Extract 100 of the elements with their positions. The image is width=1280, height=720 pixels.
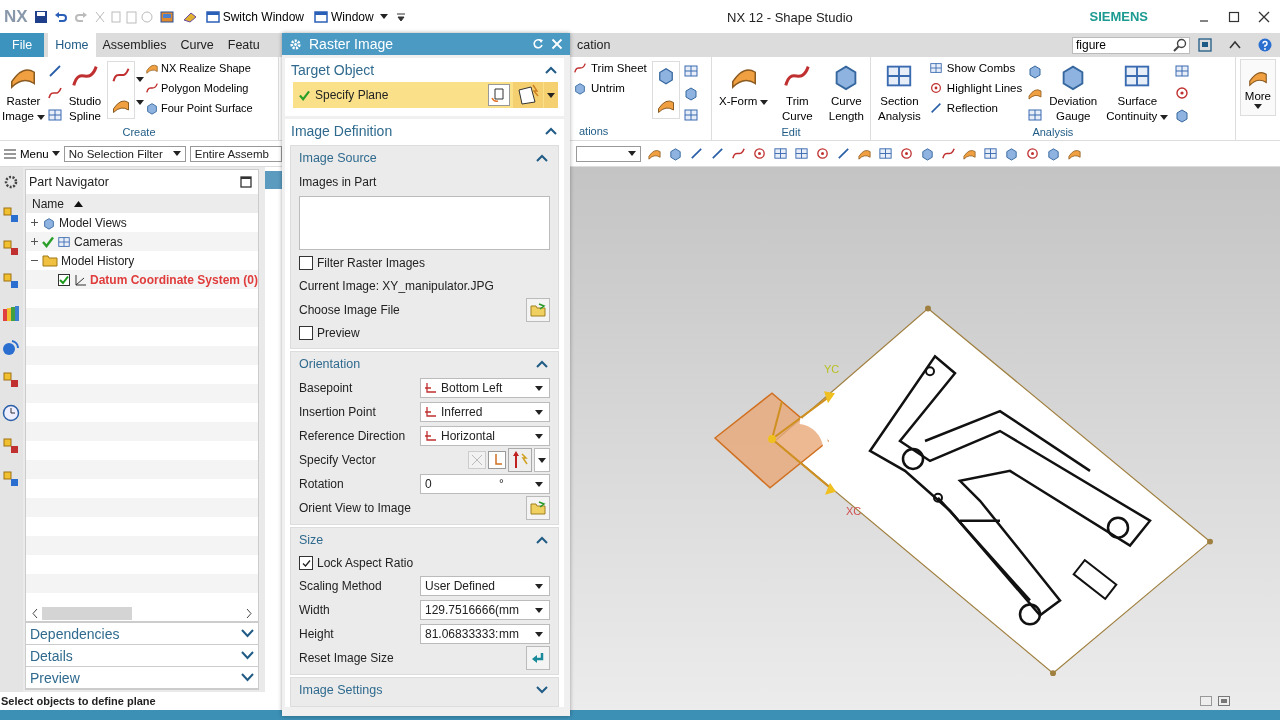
column-header[interactable]: Name (25, 194, 258, 213)
ribbon-tab[interactable]: Curve (173, 33, 221, 57)
scroll-right-icon[interactable] (246, 609, 252, 618)
ribbon-button[interactable]: Surface Continuity (1103, 59, 1172, 126)
point-icon[interactable] (928, 81, 943, 95)
icon-button[interactable] (526, 646, 550, 670)
scroll-left-icon[interactable] (31, 609, 38, 618)
plane-dialog-icon[interactable] (488, 84, 510, 106)
plane-options-button[interactable] (543, 82, 558, 108)
cube-icon[interactable] (144, 101, 159, 115)
grid-icon[interactable] (773, 146, 788, 161)
icon-button[interactable] (526, 496, 550, 520)
checkbox-label[interactable]: Lock Aspect Ratio (317, 556, 414, 570)
tree-item[interactable]: Cameras (73, 234, 123, 249)
number-field[interactable]: 81.06833333:mm (420, 624, 550, 644)
grid-icon[interactable] (56, 234, 71, 249)
cube-icon[interactable] (573, 81, 587, 95)
ribbon-command[interactable]: Untrim (571, 79, 649, 97)
cube-icon[interactable] (1027, 63, 1044, 79)
line-icon[interactable] (928, 101, 943, 115)
group-title[interactable]: Image Source (299, 151, 377, 165)
ribbon-button[interactable]: X-Form (716, 59, 772, 111)
curve-icon[interactable] (46, 85, 63, 101)
tree-item[interactable]: Model Views (58, 215, 127, 230)
ribbon-button[interactable]: Trim Curve (774, 59, 821, 126)
section-title[interactable]: Image Definition (291, 123, 393, 139)
settings-icon[interactable] (289, 37, 302, 51)
window-icon[interactable] (1198, 38, 1212, 52)
scope-dropdown[interactable]: Entire Assemb (189, 145, 282, 162)
ribbon-tab[interactable]: Assemblies (95, 33, 174, 57)
cube-icon[interactable] (1174, 107, 1191, 123)
ribbon-button[interactable]: Studio Spline (63, 59, 106, 126)
expand-icon[interactable] (29, 218, 39, 227)
triad-drawing[interactable] (768, 391, 836, 495)
dropdown[interactable]: User Defined (420, 576, 550, 596)
curve-icon[interactable] (144, 81, 159, 95)
maximize-icon[interactable] (1228, 10, 1240, 23)
line-icon[interactable] (689, 146, 704, 161)
expand-icon[interactable] (29, 237, 39, 246)
dropdown[interactable]: Bottom Left (420, 378, 550, 398)
clock-icon[interactable] (2, 404, 21, 422)
ribbon-tab[interactable]: Home (48, 33, 96, 57)
plane-drawing[interactable] (713, 392, 830, 489)
collapse-icon[interactable] (545, 66, 557, 74)
ribbon-button[interactable]: Deviation Gauge (1046, 59, 1101, 126)
info-icon[interactable] (2, 338, 21, 356)
search-icon[interactable] (1173, 38, 1187, 52)
cube-icon[interactable] (41, 215, 56, 230)
group-title[interactable]: Orientation (299, 357, 361, 371)
dropdown[interactable]: Inferred (420, 402, 550, 422)
point-icon[interactable] (1025, 146, 1040, 161)
point-icon[interactable] (752, 146, 767, 161)
point-icon[interactable] (815, 146, 830, 161)
checkbox[interactable] (299, 326, 313, 340)
line-icon[interactable] (836, 146, 851, 161)
palette-icon[interactable] (2, 437, 21, 455)
constraint-icon[interactable] (2, 239, 21, 257)
point-icon[interactable] (1174, 85, 1191, 101)
save-icon[interactable] (33, 9, 48, 24)
cube-icon[interactable] (668, 146, 683, 161)
grid-icon[interactable] (878, 146, 893, 161)
curve-icon[interactable] (731, 146, 746, 161)
display-icon[interactable] (159, 9, 176, 24)
ribbon-command[interactable]: Reflection (926, 99, 1025, 117)
search-field[interactable]: figure (1072, 36, 1190, 54)
collapse-icon[interactable] (534, 534, 550, 546)
checkbox[interactable] (299, 256, 313, 270)
grid-icon[interactable] (1174, 63, 1191, 79)
number-field[interactable]: 129.7516666(mm (420, 600, 550, 620)
checkbox-label[interactable]: Filter Raster Images (317, 256, 426, 270)
cube-icon[interactable] (920, 146, 935, 161)
collapse-icon[interactable] (534, 152, 550, 164)
ribbon-command[interactable]: Polygon Modeling (144, 79, 253, 97)
grid-icon[interactable] (1027, 107, 1044, 123)
plane-icon[interactable] (513, 82, 543, 108)
curve-icon[interactable] (941, 146, 956, 161)
checkbox[interactable] (299, 556, 313, 570)
vector-icon[interactable] (508, 448, 532, 472)
maximize-icon[interactable] (240, 176, 252, 188)
close-icon[interactable] (1258, 10, 1270, 23)
customize-icon[interactable] (395, 11, 406, 22)
reset-icon[interactable] (532, 38, 544, 50)
snap-dropdown[interactable] (576, 145, 641, 162)
grid-icon[interactable] (983, 146, 998, 161)
ribbon-command[interactable]: NX Realize Shape (144, 59, 253, 77)
line-icon[interactable] (710, 146, 725, 161)
ribbon-command[interactable]: Show Combs (926, 59, 1025, 77)
tree-item[interactable]: Model History (60, 253, 135, 268)
horizontal-scrollbar[interactable] (25, 606, 258, 623)
vector-dialog-icon[interactable] (488, 451, 506, 469)
collapsible-panel-header[interactable]: Dependencies (25, 623, 258, 645)
assembly-icon[interactable] (2, 206, 21, 224)
section-title[interactable]: Target Object (291, 62, 375, 78)
switch-window-button[interactable]: Switch Window (203, 9, 306, 24)
undo-icon[interactable] (53, 9, 68, 24)
checkbox[interactable] (57, 273, 70, 286)
ribbon-button[interactable]: Raster Image (1, 59, 46, 126)
expand-icon[interactable] (534, 684, 550, 696)
grid-icon[interactable] (682, 63, 699, 79)
view-icon[interactable] (1218, 696, 1230, 706)
